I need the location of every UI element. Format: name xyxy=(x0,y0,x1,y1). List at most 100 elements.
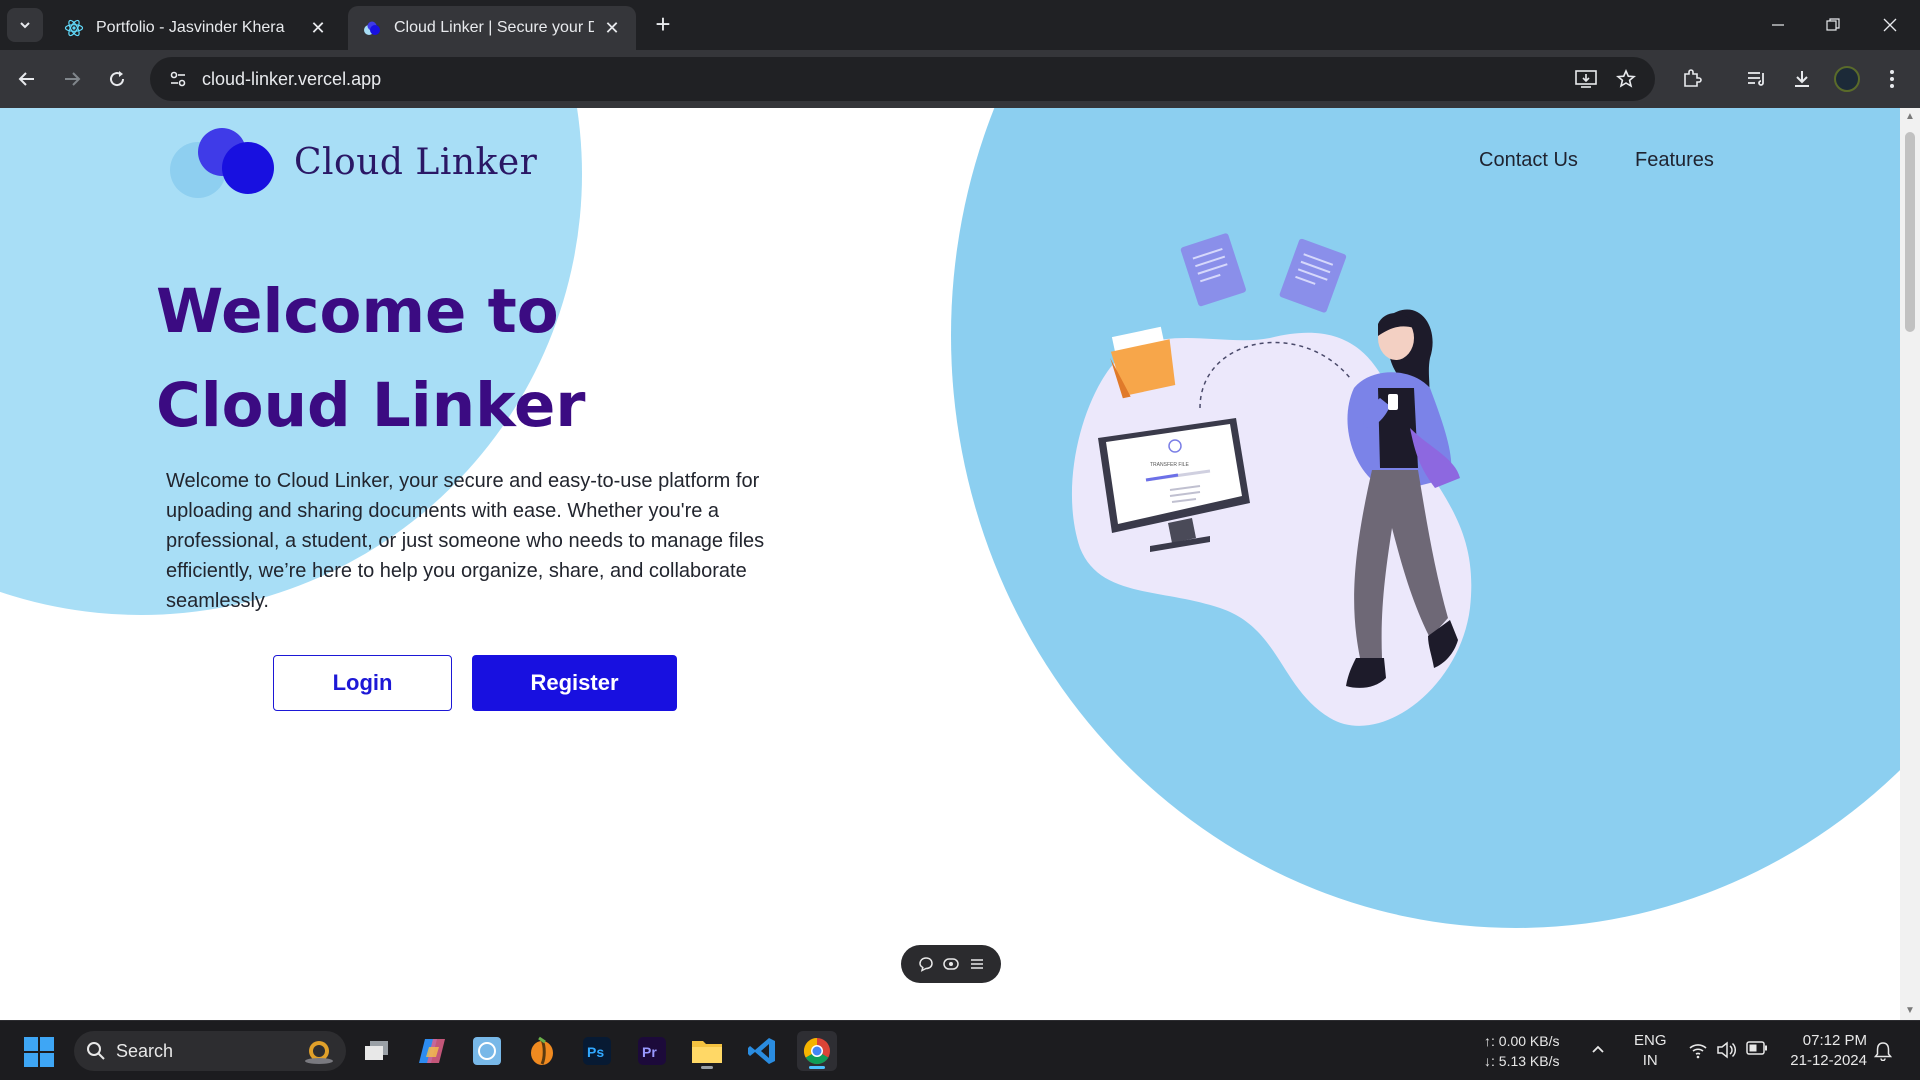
system-clock[interactable]: 07:12 PM 21-12-2024 xyxy=(1785,1031,1867,1071)
new-tab-button[interactable]: + xyxy=(650,11,676,38)
scroll-down-arrow-icon[interactable]: ▼ xyxy=(1905,1006,1915,1016)
reload-icon xyxy=(110,71,125,87)
language-indicator[interactable]: ENG IN xyxy=(1634,1031,1667,1071)
back-button[interactable] xyxy=(11,63,43,95)
search-highlight-icon xyxy=(305,1041,333,1064)
document-icon xyxy=(1180,233,1246,307)
hero-title-line1: Welcome to xyxy=(156,276,559,347)
forward-button[interactable] xyxy=(56,63,88,95)
notification-bell-icon[interactable] xyxy=(1873,1041,1893,1066)
clock-time: 07:12 PM xyxy=(1802,1032,1867,1049)
star-icon xyxy=(1616,69,1636,88)
download-icon xyxy=(1795,71,1809,87)
minimize-button[interactable] xyxy=(1758,8,1798,42)
extensions-button[interactable] xyxy=(1676,63,1708,95)
scroll-thumb[interactable] xyxy=(1905,132,1915,332)
profile-avatar[interactable] xyxy=(1834,66,1860,92)
hero-description: Welcome to Cloud Linker, your secure and… xyxy=(166,470,765,612)
task-view-icon xyxy=(365,1041,388,1060)
cloud-logo-icon xyxy=(170,128,274,198)
reload-button[interactable] xyxy=(101,63,133,95)
windows-logo-icon xyxy=(24,1037,54,1067)
nav-contact-us[interactable]: Contact Us xyxy=(1479,149,1578,172)
transfer-file-caption: TRANSFER FILE xyxy=(1150,462,1190,468)
tune-icon xyxy=(170,71,186,87)
hero-title: Welcome to Cloud Linker xyxy=(156,265,676,453)
close-window-button[interactable] xyxy=(1870,8,1910,42)
copilot-icon xyxy=(419,1039,445,1063)
net-download: ↓: 5.13 KB/s xyxy=(1484,1053,1560,1069)
lang-region: IN xyxy=(1642,1052,1658,1069)
lang-code: ENG xyxy=(1634,1032,1667,1049)
arrow-left-icon xyxy=(18,72,34,86)
net-upload: ↑: 0.00 KB/s xyxy=(1484,1033,1560,1049)
battery-icon[interactable] xyxy=(1746,1041,1768,1060)
search-placeholder: Search xyxy=(116,1040,174,1061)
downloads-button[interactable] xyxy=(1786,63,1818,95)
close-icon xyxy=(1883,18,1897,32)
taskbar-search[interactable]: Search xyxy=(74,1031,346,1071)
scroll-up-arrow-icon[interactable]: ▲ xyxy=(1905,112,1915,122)
playlist-icon xyxy=(1748,72,1764,86)
taskbar-app-photos[interactable] xyxy=(467,1031,507,1071)
windows-taskbar: Search Ps Pr ↑: 0.00 KB/s ↓: 5.13 KB/s E… xyxy=(0,1020,1920,1080)
logo-text: Cloud Linker xyxy=(294,141,538,183)
nav-features[interactable]: Features xyxy=(1635,149,1714,172)
install-app-button[interactable] xyxy=(1568,57,1604,101)
tab-cloud-linker[interactable]: Cloud Linker | Secure your Docu ✕ xyxy=(348,6,636,50)
address-bar[interactable]: cloud-linker.vercel.app xyxy=(150,57,1655,101)
chrome-menu-button[interactable] xyxy=(1876,63,1908,95)
eye-icon[interactable] xyxy=(942,956,960,972)
puzzle-icon xyxy=(1684,69,1702,87)
login-button[interactable]: Login xyxy=(273,655,452,711)
cloud-linker-icon xyxy=(364,21,380,35)
chrome-icon xyxy=(803,1037,830,1065)
restore-icon xyxy=(1826,18,1840,31)
browser-tab-bar: Portfolio - Jasvinder Khera ✕ Cloud Link… xyxy=(0,0,1920,50)
taskbar-app-photoshop[interactable]: Ps xyxy=(577,1031,617,1071)
url-text: cloud-linker.vercel.app xyxy=(202,68,382,89)
menu-icon[interactable] xyxy=(969,956,985,972)
taskbar-app-file-explorer[interactable] xyxy=(687,1031,727,1071)
taskbar-app-copilot[interactable] xyxy=(412,1031,452,1071)
running-indicator xyxy=(809,1066,825,1069)
page-scrollbar[interactable]: ▲ ▼ xyxy=(1900,108,1920,1020)
browser-toolbar: cloud-linker.vercel.app xyxy=(0,50,1920,108)
premiere-icon: Pr xyxy=(638,1037,666,1065)
tab-portfolio[interactable]: Portfolio - Jasvinder Khera ✕ xyxy=(50,6,342,50)
register-button[interactable]: Register xyxy=(472,655,677,711)
start-button[interactable] xyxy=(24,1037,54,1072)
site-logo[interactable]: Cloud Linker xyxy=(168,122,537,202)
media-controls-button[interactable] xyxy=(1741,63,1773,95)
taskbar-app-task-view[interactable] xyxy=(357,1031,397,1071)
page-viewport: Cloud Linker Contact Us Features Welcome… xyxy=(0,108,1900,1020)
photos-icon xyxy=(473,1037,501,1065)
close-icon[interactable]: ✕ xyxy=(602,18,622,38)
site-info-button[interactable] xyxy=(162,63,194,95)
vscode-icon xyxy=(748,1038,775,1064)
running-indicator xyxy=(701,1066,713,1069)
chevron-down-icon xyxy=(20,22,30,29)
tab-title: Portfolio - Jasvinder Khera xyxy=(96,19,285,36)
fl-studio-icon xyxy=(531,1036,553,1065)
volume-icon[interactable] xyxy=(1716,1041,1737,1064)
close-icon[interactable]: ✕ xyxy=(308,18,328,38)
svg-text:Pr: Pr xyxy=(642,1044,657,1060)
show-hidden-icons-button[interactable] xyxy=(1590,1041,1606,1062)
tab-search-button[interactable] xyxy=(7,8,43,42)
restore-button[interactable] xyxy=(1813,8,1853,42)
comment-icon[interactable] xyxy=(918,956,934,972)
search-icon xyxy=(87,1042,105,1060)
bookmark-button[interactable] xyxy=(1608,57,1644,101)
svg-text:Ps: Ps xyxy=(587,1044,604,1060)
taskbar-app-premiere[interactable]: Pr xyxy=(632,1031,672,1071)
wifi-icon[interactable] xyxy=(1688,1041,1708,1064)
photoshop-icon: Ps xyxy=(583,1037,611,1065)
more-vert-icon xyxy=(1890,70,1894,88)
taskbar-app-fl-studio[interactable] xyxy=(522,1031,562,1071)
file-transfer-illustration: TRANSFER FILE xyxy=(1071,233,1472,726)
arrow-right-icon xyxy=(65,72,81,86)
taskbar-app-chrome[interactable] xyxy=(797,1031,837,1071)
taskbar-app-vscode[interactable] xyxy=(742,1031,782,1071)
floating-toolbar xyxy=(901,945,1001,983)
